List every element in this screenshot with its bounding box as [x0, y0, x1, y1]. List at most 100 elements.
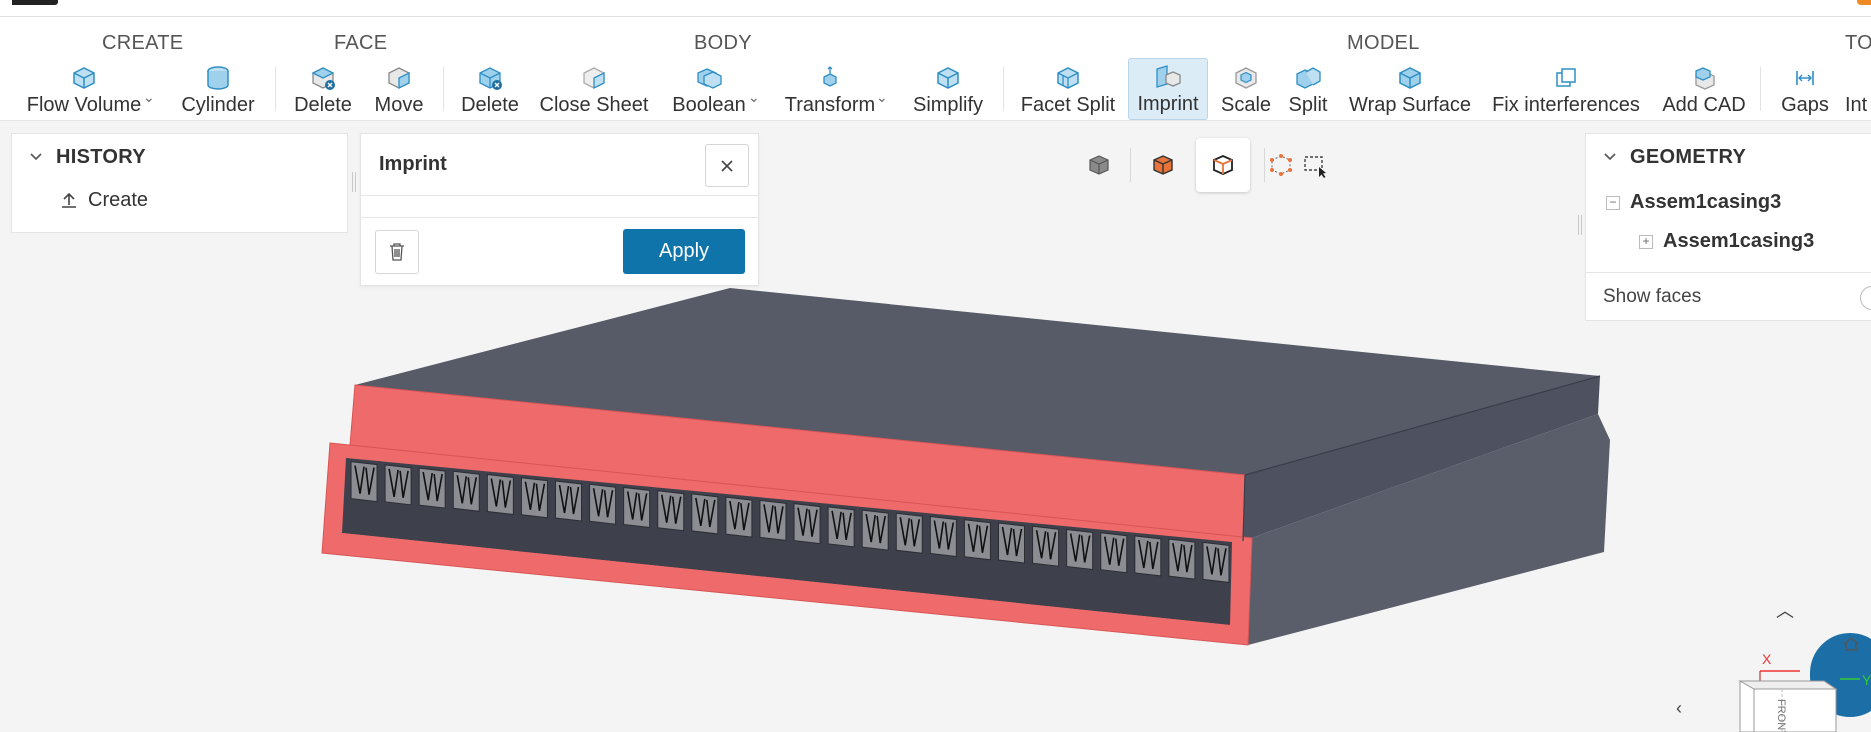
- ribbon-separator: [1003, 67, 1004, 111]
- history-resize-handle[interactable]: [352, 172, 356, 192]
- tree-node-part[interactable]: + Assem1casing3: [1639, 230, 1814, 253]
- transform-icon: [823, 66, 837, 87]
- body-delete-button[interactable]: Delete: [456, 60, 524, 118]
- dialog-body: [361, 196, 758, 218]
- face-delete-icon: [311, 67, 335, 90]
- history-panel: HISTORY Create: [11, 133, 348, 233]
- box-select-button[interactable]: [1288, 138, 1342, 192]
- history-item-label: Create: [88, 188, 149, 211]
- cylinder-icon: [207, 66, 229, 90]
- ribbon-separator: [443, 67, 444, 111]
- group-label-create: CREATE: [102, 32, 184, 54]
- imprint-label: Imprint: [1137, 93, 1199, 115]
- geometry-title: GEOMETRY: [1630, 145, 1747, 168]
- tree-expand-icon[interactable]: +: [1639, 234, 1653, 249]
- cylinder-button[interactable]: Cylinder: [178, 60, 258, 118]
- geometry-divider: [1586, 272, 1871, 273]
- boolean-icon: [697, 68, 722, 89]
- close-icon: [721, 159, 733, 172]
- close-sheet-icon: [583, 67, 605, 90]
- delete-button[interactable]: [375, 230, 419, 274]
- imprint-button[interactable]: Imprint: [1128, 58, 1208, 120]
- close-sheet-button[interactable]: Close Sheet: [538, 60, 650, 118]
- fix-interferences-icon: [1556, 68, 1576, 87]
- axis-x-label: X: [1762, 651, 1772, 667]
- int-label: Int: [1845, 94, 1868, 116]
- view-cube[interactable]: X Y FRONT: [1720, 641, 1871, 732]
- transform-label: Transform: [784, 94, 876, 116]
- view-solid-button[interactable]: [1072, 138, 1126, 192]
- simplify-button[interactable]: Simplify: [908, 60, 988, 118]
- view-cube-front-label: FRONT: [1775, 699, 1787, 732]
- simplify-icon: [937, 67, 959, 89]
- simplify-label: Simplify: [912, 94, 983, 116]
- scale-label: Scale: [1220, 94, 1272, 116]
- add-cad-label: Add CAD: [1662, 94, 1746, 116]
- chevron-up-icon[interactable]: ︿: [1776, 597, 1794, 623]
- wrap-surface-label: Wrap Surface: [1349, 94, 1471, 116]
- group-label-tools: TO: [1845, 32, 1871, 54]
- group-label-body: BODY: [694, 32, 752, 54]
- trash-icon: [390, 243, 404, 261]
- gaps-icon: [1796, 71, 1814, 85]
- transform-button[interactable]: Transform: [782, 60, 878, 118]
- int-icon: [1845, 64, 1871, 92]
- add-cad-button[interactable]: Add CAD: [1660, 60, 1748, 118]
- history-header[interactable]: HISTORY: [12, 134, 347, 180]
- history-title: HISTORY: [56, 145, 146, 168]
- view-edges-button[interactable]: [1196, 138, 1250, 192]
- face-move-button[interactable]: Move: [368, 60, 430, 118]
- flow-volume-icon: [73, 67, 95, 89]
- face-move-label: Move: [374, 94, 424, 116]
- geometry-header[interactable]: GEOMETRY: [1586, 134, 1871, 180]
- fix-interferences-button[interactable]: Fix interferences: [1488, 60, 1644, 118]
- boolean-button[interactable]: Boolean: [668, 60, 750, 118]
- orange-faces-cube-icon: [1153, 155, 1173, 175]
- int-button[interactable]: Int: [1845, 60, 1871, 118]
- transform-dropdown-icon[interactable]: ⌄: [876, 89, 888, 106]
- tree-node-assembly[interactable]: − Assem1casing3: [1606, 191, 1781, 214]
- wrap-surface-icon: [1399, 67, 1421, 89]
- show-faces-label: Show faces: [1603, 286, 1702, 307]
- facet-split-button[interactable]: Facet Split: [1018, 60, 1118, 118]
- boolean-label: Boolean: [672, 94, 746, 116]
- face-move-icon: [388, 67, 410, 90]
- flow-volume-dropdown-icon[interactable]: ⌄: [143, 89, 155, 106]
- scale-icon: [1235, 67, 1257, 89]
- upload-icon: [62, 192, 76, 208]
- boolean-dropdown-icon[interactable]: ⌄: [748, 89, 760, 106]
- imprint-dialog: Imprint Apply: [360, 133, 759, 286]
- body-delete-icon: [479, 67, 502, 90]
- fix-interferences-label: Fix interferences: [1492, 94, 1640, 116]
- logo[interactable]: [12, 0, 58, 5]
- apply-button[interactable]: Apply: [623, 229, 745, 274]
- scale-button[interactable]: Scale: [1218, 60, 1274, 118]
- dialog-header: Imprint: [361, 134, 758, 196]
- chevron-left-icon[interactable]: ‹: [1676, 698, 1682, 719]
- face-delete-button[interactable]: Delete: [290, 60, 356, 118]
- geometry-resize-handle[interactable]: [1578, 215, 1582, 235]
- chevron-down-icon[interactable]: [28, 149, 44, 165]
- wrap-surface-button[interactable]: Wrap Surface: [1346, 60, 1474, 118]
- notification-badge[interactable]: [1857, 0, 1871, 5]
- close-button[interactable]: [705, 144, 749, 187]
- ribbon-separator: [275, 67, 276, 111]
- flow-volume-button[interactable]: Flow Volume: [24, 60, 144, 118]
- face-delete-label: Delete: [294, 94, 352, 116]
- tree-node-label: Assem1casing3: [1630, 191, 1782, 213]
- add-cad-icon: [1695, 67, 1715, 90]
- gaps-button[interactable]: Gaps: [1778, 60, 1832, 118]
- imprint-icon: [1156, 65, 1181, 88]
- history-item-create[interactable]: Create: [12, 180, 347, 220]
- split-button[interactable]: Split: [1284, 60, 1332, 118]
- tree-node-label: Assem1casing3: [1663, 230, 1815, 252]
- view-faces-button[interactable]: [1136, 138, 1190, 192]
- box-select-icon: [1304, 156, 1326, 178]
- chevron-down-icon[interactable]: [1602, 149, 1618, 165]
- facet-split-icon: [1057, 67, 1079, 89]
- gaps-label: Gaps: [1781, 94, 1829, 116]
- view-separator: [1264, 148, 1265, 182]
- dialog-title: Imprint: [379, 153, 447, 175]
- show-faces-toggle[interactable]: [1860, 286, 1871, 310]
- tree-collapse-icon[interactable]: −: [1606, 195, 1620, 210]
